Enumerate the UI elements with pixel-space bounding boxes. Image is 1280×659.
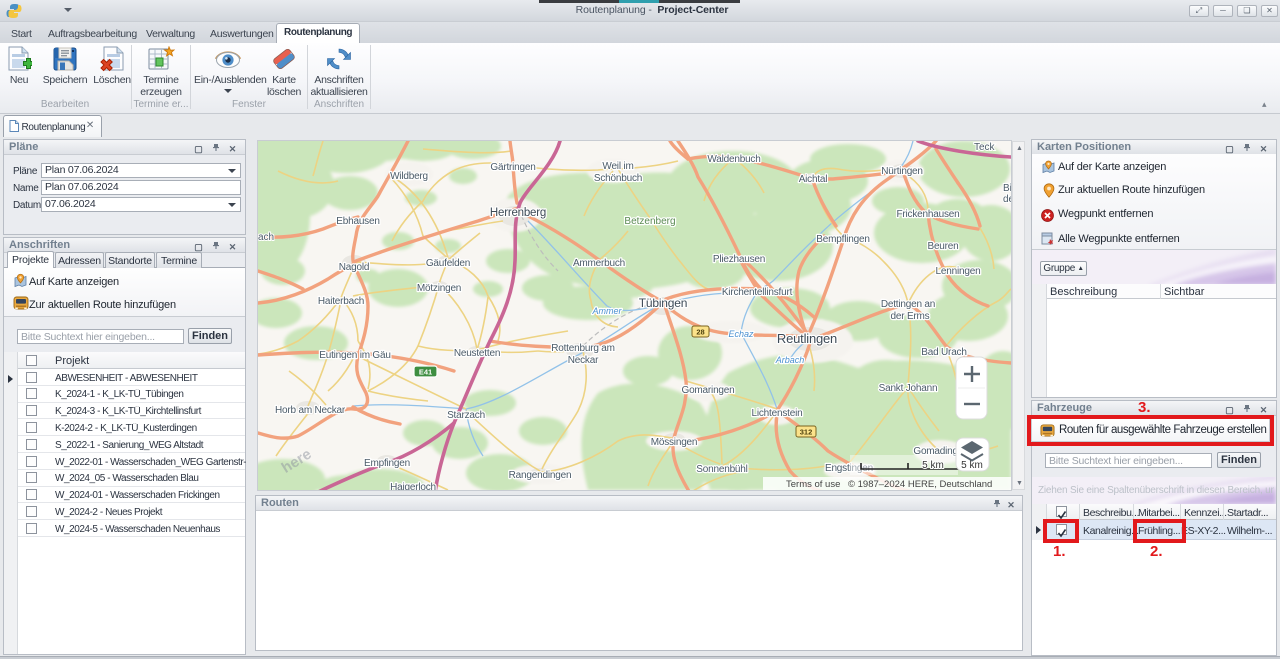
svg-text:5 km: 5 km [961, 460, 983, 471]
svg-text:Betzenberg: Betzenberg [624, 216, 675, 227]
svg-text:Schönbuch: Schönbuch [594, 173, 642, 184]
svg-text:Reutlingen: Reutlingen [777, 331, 837, 346]
svg-text:Pliezhausen: Pliezhausen [713, 254, 765, 265]
svg-text:Sankt Johann: Sankt Johann [879, 383, 938, 394]
svg-text:de: de [1003, 194, 1011, 205]
svg-text:Horb am Neckar: Horb am Neckar [275, 405, 346, 416]
svg-text:Frickenhausen: Frickenhausen [897, 209, 960, 220]
svg-text:© 1987–2024 HERE, Deutschland: © 1987–2024 HERE, Deutschland [848, 479, 992, 490]
svg-text:Bempflingen: Bempflingen [816, 234, 869, 245]
svg-text:Lenningen: Lenningen [936, 266, 981, 277]
svg-text:Kirchentellinsfurt: Kirchentellinsfurt [722, 287, 793, 298]
svg-text:Rangendingen: Rangendingen [509, 470, 572, 481]
svg-text:Dettingen an: Dettingen an [881, 299, 935, 310]
svg-text:Gäufelden: Gäufelden [426, 258, 470, 269]
svg-text:Rottenburg am: Rottenburg am [551, 343, 615, 354]
svg-text:Ebhausen: Ebhausen [336, 216, 379, 227]
svg-text:der Erms: der Erms [891, 311, 930, 322]
svg-text:Haiterbach: Haiterbach [318, 296, 364, 307]
svg-text:5 km: 5 km [922, 460, 944, 471]
svg-text:312: 312 [800, 428, 813, 437]
svg-text:Bi: Bi [1003, 183, 1011, 194]
svg-text:Mössingen: Mössingen [651, 437, 698, 448]
svg-text:Aichtal: Aichtal [799, 174, 828, 185]
svg-text:Wildberg: Wildberg [390, 171, 428, 182]
svg-text:Terms of use: Terms of use [786, 479, 840, 490]
svg-text:Sonnenbühl: Sonnenbühl [696, 464, 747, 475]
svg-text:Ammerbuch: Ammerbuch [573, 258, 625, 269]
svg-text:Ammer: Ammer [592, 306, 623, 316]
svg-text:Haigerloch: Haigerloch [390, 482, 436, 490]
svg-text:Empfingen: Empfingen [364, 458, 410, 469]
svg-text:Arbach: Arbach [775, 355, 805, 365]
svg-text:Gomaringen: Gomaringen [681, 385, 734, 396]
svg-text:28: 28 [696, 328, 704, 337]
svg-text:E41: E41 [419, 368, 432, 377]
svg-text:Nürtingen: Nürtingen [881, 166, 923, 177]
svg-text:Nagold: Nagold [339, 262, 370, 273]
svg-text:Neustetten: Neustetten [454, 348, 500, 359]
svg-text:Eutingen im Gäu: Eutingen im Gäu [319, 350, 391, 361]
svg-text:Echaz: Echaz [728, 329, 754, 339]
svg-text:Beuren: Beuren [927, 241, 958, 252]
svg-text:Waldenbuch: Waldenbuch [707, 154, 760, 165]
svg-text:Neckar: Neckar [568, 355, 599, 366]
svg-text:Weil im: Weil im [602, 161, 633, 172]
svg-text:Herrenberg: Herrenberg [490, 207, 546, 219]
svg-text:Bad Urach: Bad Urach [921, 347, 966, 358]
svg-text:Teck: Teck [974, 142, 996, 153]
svg-text:Gärtringen: Gärtringen [490, 162, 535, 173]
svg-text:Tübingen: Tübingen [639, 296, 687, 310]
svg-text:ach: ach [258, 232, 274, 243]
svg-text:Mötzingen: Mötzingen [417, 283, 461, 294]
svg-text:Lichtenstein: Lichtenstein [752, 408, 803, 419]
svg-text:Starzach: Starzach [447, 410, 485, 421]
